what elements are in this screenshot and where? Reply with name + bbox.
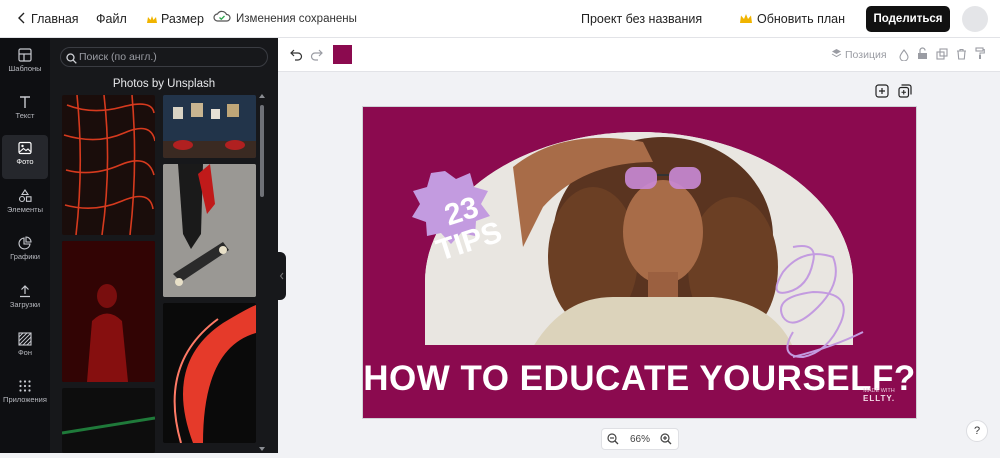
chevron-left-icon	[18, 1, 25, 39]
undo-icon[interactable]	[290, 48, 303, 66]
layers-icon	[831, 48, 842, 62]
sidebar-item-templates[interactable]: Шаблоны	[2, 42, 48, 86]
sidebar-item-label: Фон	[17, 348, 32, 357]
top-bar: Главная Файл Размер Изменения сохранены …	[0, 0, 1000, 38]
upgrade-plan-button[interactable]: Обновить план	[740, 0, 845, 38]
photo-panel: Поиск (по англ.) Photos by Unsplash	[50, 38, 278, 453]
photo-thumbnail[interactable]	[62, 388, 155, 453]
sidebar-item-photo[interactable]: Фото	[2, 135, 48, 179]
upload-icon	[2, 284, 48, 298]
collapse-panel-handle[interactable]	[278, 252, 286, 300]
share-button[interactable]: Поделиться	[866, 6, 950, 32]
charts-icon	[2, 236, 48, 250]
zoom-in-icon[interactable]	[660, 433, 672, 448]
apps-icon	[2, 379, 48, 393]
photo-thumbnail[interactable]	[163, 164, 256, 297]
headline-text: HOW TO EDUCATE YOURSELF?	[363, 359, 916, 398]
sidebar-item-text[interactable]: Текст	[2, 89, 48, 133]
crown-icon	[147, 1, 157, 39]
avatar[interactable]	[962, 6, 988, 32]
help-button[interactable]: ?	[966, 420, 988, 442]
sidebar-item-background[interactable]: Фон	[2, 326, 48, 370]
text-icon	[2, 95, 48, 109]
project-title[interactable]: Проект без названия	[581, 0, 702, 38]
search-icon	[66, 51, 77, 69]
sidebar-item-apps[interactable]: Приложения	[2, 373, 48, 417]
duplicate-page-icon[interactable]	[898, 84, 912, 103]
design-canvas[interactable]: 23 TIPS HOW TO EDUCATE YOURSELF? MADE WI…	[362, 106, 917, 419]
panel-title: Photos by Unsplash	[112, 78, 216, 90]
back-home-label: Главная	[31, 12, 79, 26]
watermark: MADE WITH ELLTY.	[863, 388, 896, 403]
search-input[interactable]: Поиск (по англ.)	[60, 47, 268, 67]
redo-icon[interactable]	[310, 48, 323, 66]
resize-button[interactable]: Размер	[147, 0, 204, 38]
sidebar-item-label: Графики	[10, 252, 40, 261]
editor-toolbar: Позиция	[278, 38, 1000, 72]
photo-icon	[2, 141, 48, 155]
background-icon	[2, 332, 48, 346]
photo-thumbnail[interactable]	[163, 95, 256, 158]
sidebar-rail: Шаблоны Текст Фото Элементы Графики Загр…	[0, 38, 50, 453]
sidebar-item-label: Загрузки	[9, 300, 41, 309]
add-page-icon[interactable]	[875, 84, 889, 103]
photo-thumbnail[interactable]	[62, 95, 155, 235]
crown-icon	[740, 1, 752, 39]
sidebar-item-elements[interactable]: Элементы	[2, 183, 48, 227]
opacity-icon[interactable]	[899, 48, 909, 66]
elements-icon	[2, 189, 48, 203]
zoom-level[interactable]: 66%	[630, 434, 650, 445]
zoom-control: 66%	[601, 428, 679, 450]
position-label: Позиция	[845, 48, 887, 61]
watermark-brand: ELLTY.	[863, 394, 896, 403]
panel-scrollbar[interactable]	[258, 93, 266, 453]
templates-icon	[2, 48, 48, 62]
sidebar-item-charts[interactable]: Графики	[2, 230, 48, 274]
zoom-out-icon[interactable]	[607, 433, 619, 448]
file-menu[interactable]: Файл	[96, 0, 127, 38]
back-home-button[interactable]: Главная	[18, 0, 79, 38]
sidebar-item-label: Фото	[16, 157, 34, 166]
paint-roller-icon[interactable]	[975, 47, 985, 65]
save-status-label: Изменения сохранены	[236, 13, 357, 26]
photo-thumbnail[interactable]	[62, 241, 155, 382]
color-swatch[interactable]	[333, 45, 352, 64]
sidebar-item-label: Текст	[15, 111, 35, 120]
cloud-check-icon	[213, 0, 231, 38]
position-button[interactable]: Позиция	[831, 48, 887, 62]
duplicate-icon[interactable]	[936, 47, 948, 65]
lock-icon[interactable]	[917, 47, 928, 65]
resize-label: Размер	[161, 12, 204, 26]
sidebar-item-label: Шаблоны	[8, 64, 42, 73]
save-status: Изменения сохранены	[213, 0, 357, 38]
sidebar-item-uploads[interactable]: Загрузки	[2, 278, 48, 322]
photo-thumbnail[interactable]	[163, 303, 256, 443]
upgrade-plan-label: Обновить план	[757, 12, 845, 26]
sidebar-item-label: Элементы	[7, 205, 43, 214]
trash-icon[interactable]	[956, 47, 967, 65]
sidebar-item-label: Приложения	[3, 395, 47, 404]
search-placeholder: Поиск (по англ.)	[79, 51, 157, 63]
